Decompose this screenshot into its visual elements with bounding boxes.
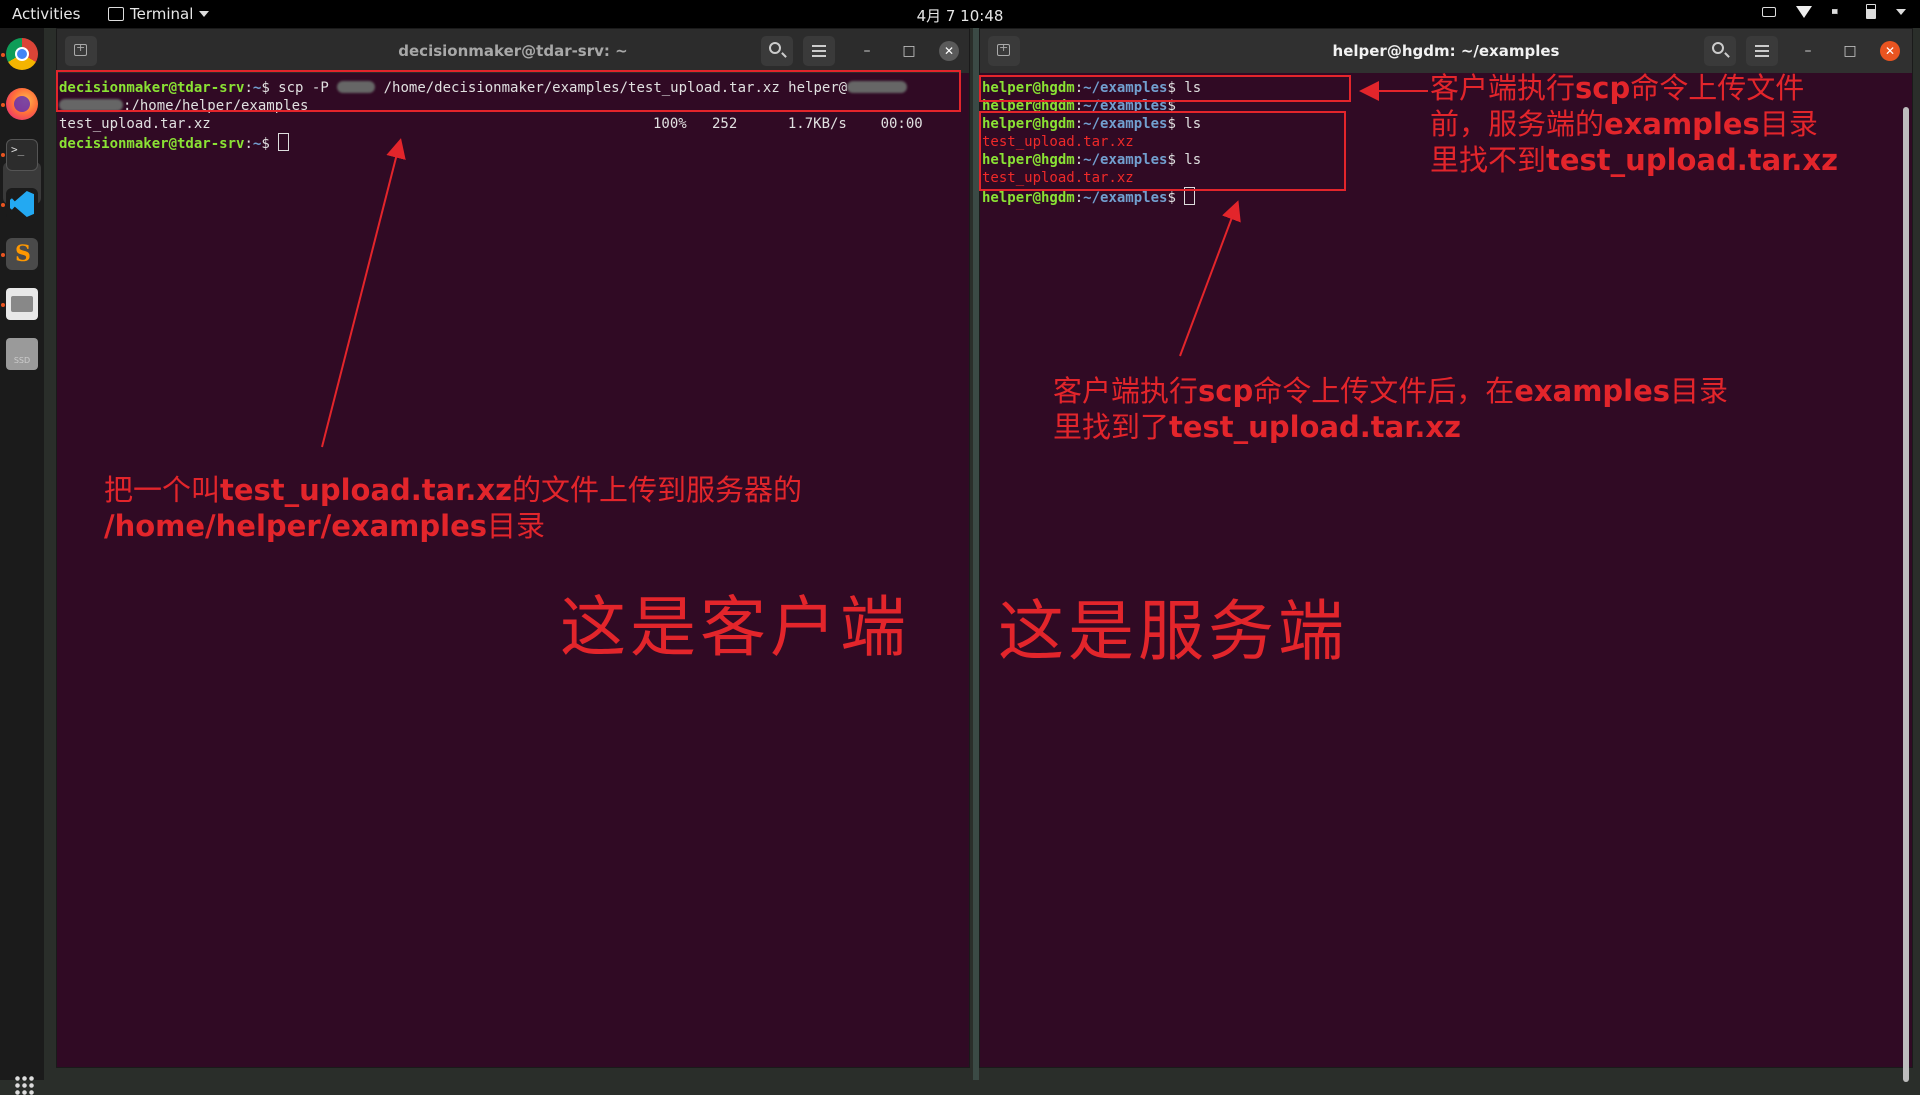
- annotation-text: 里找到了: [1053, 410, 1170, 444]
- menu-button[interactable]: [803, 36, 835, 66]
- firefox-icon[interactable]: [6, 88, 38, 120]
- annotation-text: test_upload.tar.xz: [220, 473, 512, 507]
- transfer-filename: test_upload.tar.xz: [59, 116, 211, 132]
- titlebar[interactable]: helper@hgdm: ~/examples – □ ✕: [980, 29, 1912, 73]
- annotation-text: 把一个叫: [104, 473, 221, 507]
- prompt-user: helper@hgdm: [982, 190, 1075, 206]
- annotation-text: test_upload.tar.xz: [1546, 143, 1838, 177]
- client-terminal-window[interactable]: decisionmaker@tdar-srv: ~ – □ ✕ decision…: [56, 28, 970, 1068]
- annotation-text: examples: [1604, 107, 1760, 141]
- sublime-text-icon[interactable]: [6, 238, 38, 270]
- ssd-drive-icon[interactable]: SSD: [6, 338, 38, 370]
- running-indicator: [1, 303, 5, 307]
- system-tray[interactable]: [1762, 4, 1906, 19]
- chevron-down-icon[interactable]: [1896, 8, 1906, 15]
- annotation-upload-description: 把一个叫test_upload.tar.xz的文件上传到服务器的 /home/h…: [104, 472, 802, 544]
- annotation-before-upload: 客户端执行scp命令上传文件 前，服务端的examples目录 里找不到test…: [1430, 70, 1838, 178]
- battery-icon[interactable]: [1866, 4, 1876, 19]
- annotation-text: scp: [1198, 374, 1254, 408]
- annotation-box-after-upload: [979, 111, 1346, 191]
- close-button[interactable]: ✕: [1880, 41, 1900, 61]
- dock: >_ SSD: [0, 28, 44, 1095]
- annotation-after-upload: 客户端执行scp命令上传文件后，在examples目录 里找到了test_upl…: [1053, 373, 1728, 445]
- search-icon: [769, 42, 781, 54]
- annotation-text: 客户端执行: [1053, 374, 1199, 408]
- files-icon[interactable]: [6, 288, 38, 320]
- annotation-text: scp: [1575, 71, 1631, 105]
- annotation-box-before-upload: [979, 75, 1351, 102]
- prompt-symbol: $: [261, 136, 279, 152]
- transfer-progress: 100% 252 1.7KB/s 00:00: [653, 116, 923, 132]
- terminal-icon: [108, 7, 124, 21]
- annotation-text: 目录: [1670, 374, 1729, 408]
- maximize-button[interactable]: □: [1840, 41, 1860, 61]
- running-indicator: [1, 53, 5, 57]
- client-label: 这是客户端: [560, 589, 910, 666]
- running-indicator: [1, 253, 5, 257]
- keyboard-icon[interactable]: [1762, 6, 1776, 17]
- chevron-down-icon: [199, 11, 210, 17]
- prompt-symbol: $: [1167, 190, 1185, 206]
- scrollbar[interactable]: [1903, 107, 1909, 1082]
- annotation-text: examples: [1514, 374, 1671, 408]
- annotation-text: 目录: [487, 509, 546, 543]
- titlebar[interactable]: decisionmaker@tdar-srv: ~ – □ ✕: [57, 29, 969, 73]
- wifi-icon[interactable]: [1796, 5, 1812, 18]
- app-menu[interactable]: Terminal: [108, 5, 210, 23]
- search-icon: [1712, 42, 1724, 54]
- running-indicator: [1, 153, 5, 157]
- annotation-text: 命令上传文件后，在: [1253, 374, 1515, 408]
- hamburger-menu-icon: [812, 45, 826, 57]
- close-button[interactable]: ✕: [939, 41, 959, 61]
- prompt-path: ~/examples: [1083, 190, 1168, 206]
- terminal-output[interactable]: helper@hgdm:~/examples$ ls helper@hgdm:~/…: [980, 73, 1912, 1067]
- activities-button[interactable]: Activities: [12, 5, 80, 23]
- annotation-box-scp-command: [56, 70, 961, 112]
- terminal-line: test_upload.tar.xz 100% 252 1.7KB/s 00:00: [59, 115, 967, 133]
- annotation-text: 客户端执行: [1430, 71, 1576, 105]
- search-button[interactable]: [761, 36, 793, 66]
- clock[interactable]: 4月 7 10:48: [917, 7, 1004, 25]
- terminal-output[interactable]: decisionmaker@tdar-srv:~$ scp -P /home/d…: [57, 73, 969, 1067]
- minimize-button[interactable]: –: [857, 41, 877, 61]
- minimize-button[interactable]: –: [1798, 41, 1818, 61]
- server-label: 这是服务端: [998, 593, 1348, 670]
- menu-button[interactable]: [1746, 36, 1778, 66]
- annotation-text: /home/helper/examples: [104, 509, 488, 543]
- annotation-text: 的文件上传到服务器的: [511, 473, 802, 507]
- annotation-text: 目录: [1759, 107, 1818, 141]
- annotation-text: 前，服务端的: [1430, 107, 1605, 141]
- text-cursor: [278, 133, 290, 151]
- prompt-user: decisionmaker@tdar-srv: [59, 136, 245, 152]
- annotation-text: test_upload.tar.xz: [1169, 410, 1461, 444]
- annotation-text: 里找不到: [1430, 143, 1547, 177]
- terminal-line: decisionmaker@tdar-srv:~$: [59, 133, 967, 153]
- vscode-icon[interactable]: [6, 188, 38, 220]
- top-bar: Activities Terminal 4月 7 10:48: [0, 0, 1920, 28]
- terminal-app-icon[interactable]: >_: [6, 139, 38, 171]
- chrome-icon[interactable]: [6, 38, 38, 70]
- maximize-button[interactable]: □: [899, 41, 919, 61]
- hamburger-menu-icon: [1755, 45, 1769, 57]
- app-menu-label: Terminal: [130, 5, 194, 23]
- search-button[interactable]: [1704, 36, 1736, 66]
- volume-icon[interactable]: [1832, 5, 1842, 18]
- annotation-text: 命令上传文件: [1630, 71, 1805, 105]
- running-indicator: [1, 103, 5, 107]
- show-applications-icon[interactable]: [14, 1075, 34, 1095]
- running-indicator: [1, 203, 5, 207]
